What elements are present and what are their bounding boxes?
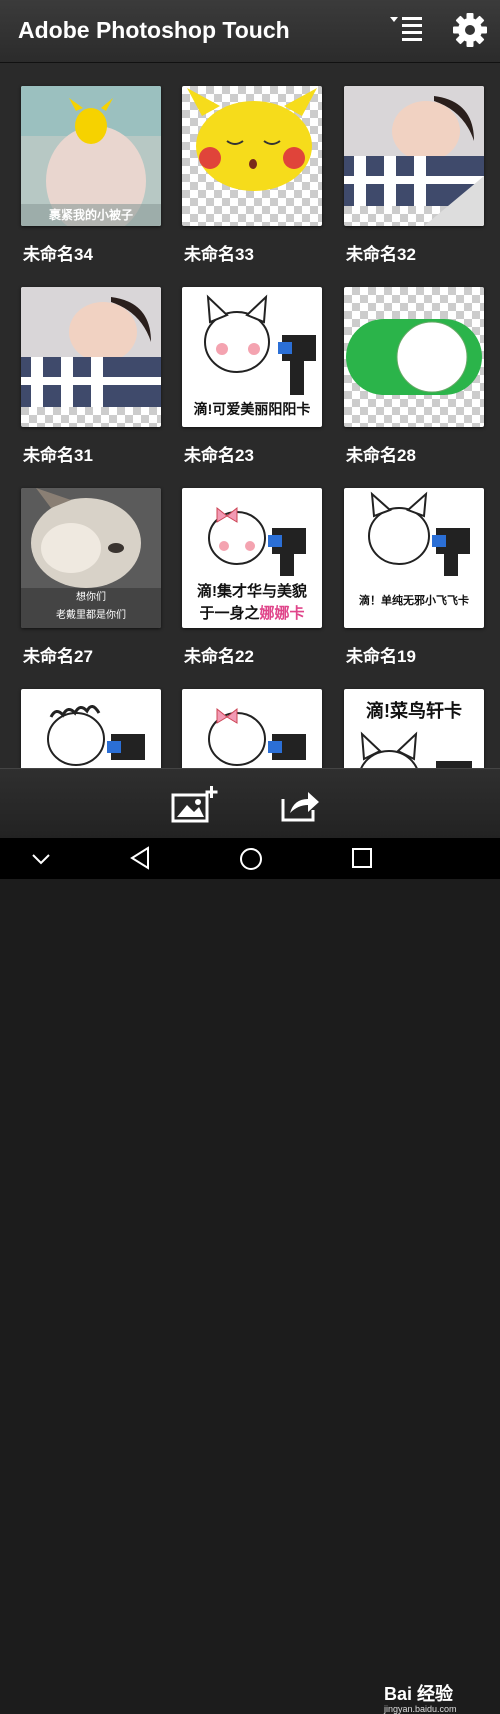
baby-photo-image [21,287,161,407]
image-caption: 滴!可爱美丽阳阳卡 [193,401,311,417]
back-triangle-icon [130,846,149,870]
project-name: 未命名27 [23,647,93,666]
nav-collapse-button[interactable] [30,852,52,871]
recents-square-icon [352,848,372,868]
cat-bow-meme-image [208,707,306,766]
project-thumbnail[interactable]: 裹紧我的小被子 [21,86,161,226]
project-thumbnail[interactable] [182,86,322,226]
image-caption: 老戴里都是你们 [56,610,126,621]
image-caption-line2: 于一身之娜娜卡 [182,602,322,623]
project-thumbnail[interactable] [21,287,161,427]
project-thumbnail[interactable] [21,689,161,768]
project-thumbnail[interactable] [344,287,484,427]
project-name: 未命名31 [23,446,93,465]
nav-home-button[interactable] [238,846,264,877]
cat-meme-image [360,731,472,768]
system-nav-bar: Bai 经验 jingyan.baidu.com [0,838,500,1714]
project-name: 未命名33 [184,245,254,264]
project-thumbnail[interactable]: 滴!菜鸟轩卡 [344,689,484,768]
app-header: Adobe Photoshop Touch [0,0,500,63]
gear-icon [453,13,487,47]
toggle-switch-image [346,319,482,395]
add-image-icon [171,786,218,823]
share-icon [281,792,319,822]
settings-button[interactable] [450,10,490,50]
nav-recents-button[interactable] [350,846,374,875]
bottom-toolbar [0,768,500,839]
watermark-brand: Bai 经验 [384,1684,454,1704]
list-menu-icon [390,17,422,41]
add-image-button[interactable] [170,785,220,823]
nav-back-button[interactable] [128,846,152,875]
project-thumbnail[interactable]: 滴！单纯无邪小飞飞卡 [344,488,484,628]
project-name: 未命名19 [346,647,416,666]
caption-text: 于一身之 [199,605,260,622]
project-grid: 裹紧我的小被子 未命名34 未命名33 未命名32 未命名31 滴!可爱美丽阳阳… [0,63,500,768]
project-thumbnail[interactable] [182,689,322,768]
pikachu-face-image [187,88,317,191]
sort-menu-button[interactable] [388,12,428,50]
watermark-url: jingyan.baidu.com [384,1704,457,1714]
image-caption: 想你们 [76,592,106,603]
project-thumbnail[interactable] [344,86,484,226]
cat-curly-meme-image [47,705,145,766]
image-caption: 滴!集才华与美貌 [197,583,307,600]
project-name: 未命名23 [184,446,254,465]
image-caption: 裹紧我的小被子 [48,208,133,222]
baby-photo-image [344,86,484,226]
project-thumbnail[interactable]: 想你们 老戴里都是你们 [21,488,161,628]
caption-highlight: 娜娜卡 [259,605,305,622]
home-circle-icon [240,848,262,870]
project-name: 未命名34 [23,245,93,264]
chevron-down-icon [32,854,50,865]
project-name: 未命名32 [346,245,416,264]
share-button[interactable] [280,787,322,823]
project-name: 未命名28 [346,446,416,465]
project-name: 未命名22 [184,647,254,666]
project-thumbnail[interactable]: 滴!可爱美丽阳阳卡 [182,287,322,427]
baidu-watermark: Bai 经验 jingyan.baidu.com [384,1680,457,1714]
app-title: Adobe Photoshop Touch [18,17,290,43]
baby-blanket-image [21,86,161,226]
image-caption: 滴！单纯无邪小飞飞卡 [359,595,469,607]
project-thumbnail[interactable]: 滴!集才华与美貌 于一身之娜娜卡 [182,488,322,628]
